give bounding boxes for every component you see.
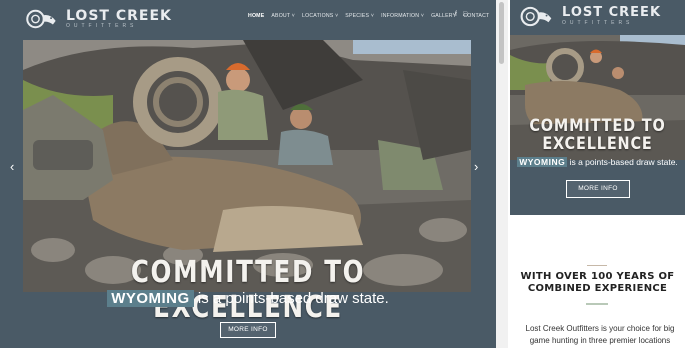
logo-text: LOST CREEK OUTFITTERS	[66, 9, 172, 30]
section-body-line1: Lost Creek Outfitters is your choice for…	[525, 324, 675, 333]
mobile-hero-subline: WYOMING is a points-based draw state.	[510, 157, 685, 167]
mobile-logo[interactable]: LOST CREEK OUTFITTERS	[516, 5, 661, 28]
brand-name: LOST CREEK	[66, 7, 172, 24]
nav-contact[interactable]: CONTACT	[463, 13, 489, 19]
site-logo[interactable]: LOST CREEK OUTFITTERS	[22, 5, 172, 33]
scrollbar[interactable]	[496, 0, 508, 348]
section-body-line2: game hunting in three premier locations	[529, 336, 671, 345]
nav-information[interactable]: INFORMATION ˅	[381, 13, 424, 19]
scrollbar-thumb[interactable]	[499, 2, 504, 64]
mobile-intro-section: WITH OVER 100 YEARS OF COMBINED EXPERIEN…	[510, 215, 685, 348]
nav-species[interactable]: SPECIES ˅	[345, 13, 374, 19]
more-info-button[interactable]: MORE INFO	[220, 322, 276, 338]
nav-about[interactable]: ABOUT ˅	[271, 13, 295, 19]
section-eyebrow-line	[587, 265, 607, 266]
mobile-headline-line2: EXCELLENCE	[542, 134, 653, 154]
nav-gallery[interactable]: GALLERY	[431, 13, 456, 19]
section-heading-line1: WITH OVER 100 YEARS OF	[520, 271, 675, 282]
carousel-prev-arrow[interactable]: ‹	[10, 160, 14, 173]
nav-locations[interactable]: LOCATIONS ˅	[302, 13, 338, 19]
facebook-icon[interactable]: f	[455, 11, 457, 18]
hero-subline: WYOMING is a points-based draw state.	[0, 290, 496, 307]
section-body: Lost Creek Outfitters is your choice for…	[520, 323, 680, 347]
ram-logo-icon	[26, 9, 56, 29]
mobile-brand-tagline: OUTFITTERS	[562, 20, 634, 26]
mobile-highlight-state: WYOMING	[517, 157, 568, 167]
highlight-state: WYOMING	[107, 290, 194, 307]
mobile-headline-line1: COMMITTED TO	[529, 116, 666, 136]
mobile-more-info-button[interactable]: MORE INFO	[566, 180, 630, 198]
brand-tagline: OUTFITTERS	[66, 22, 138, 29]
mobile-view: LOST CREEK OUTFITTERS COMMITTED TO EXCEL…	[510, 0, 685, 348]
site-header: LOST CREEK OUTFITTERS HOME ABOUT ˅ LOCAT…	[0, 0, 496, 40]
instagram-icon[interactable]: □	[463, 11, 467, 18]
carousel-next-arrow[interactable]: ›	[474, 160, 478, 173]
mobile-subline-text: is a points-based draw state.	[567, 157, 678, 167]
mobile-brand-name: LOST CREEK	[562, 5, 662, 20]
desktop-view: LOST CREEK OUTFITTERS HOME ABOUT ˅ LOCAT…	[0, 0, 496, 348]
section-heading-line2: COMBINED EXPERIENCE	[527, 283, 668, 294]
mobile-logo-text: LOST CREEK OUTFITTERS	[562, 6, 661, 27]
ram-logo-icon	[520, 6, 552, 27]
mobile-hero-headline: COMMITTED TO EXCELLENCE	[523, 117, 672, 153]
section-heading: WITH OVER 100 YEARS OF COMBINED EXPERIEN…	[510, 271, 685, 295]
main-nav: HOME ABOUT ˅ LOCATIONS ˅ SPECIES ˅ INFOR…	[248, 13, 489, 19]
subline-text: is a points-based draw state.	[193, 290, 389, 307]
section-divider	[586, 303, 608, 305]
mobile-header-hero: LOST CREEK OUTFITTERS COMMITTED TO EXCEL…	[510, 0, 685, 215]
nav-home[interactable]: HOME	[248, 13, 264, 19]
social-links: f □	[455, 11, 467, 18]
